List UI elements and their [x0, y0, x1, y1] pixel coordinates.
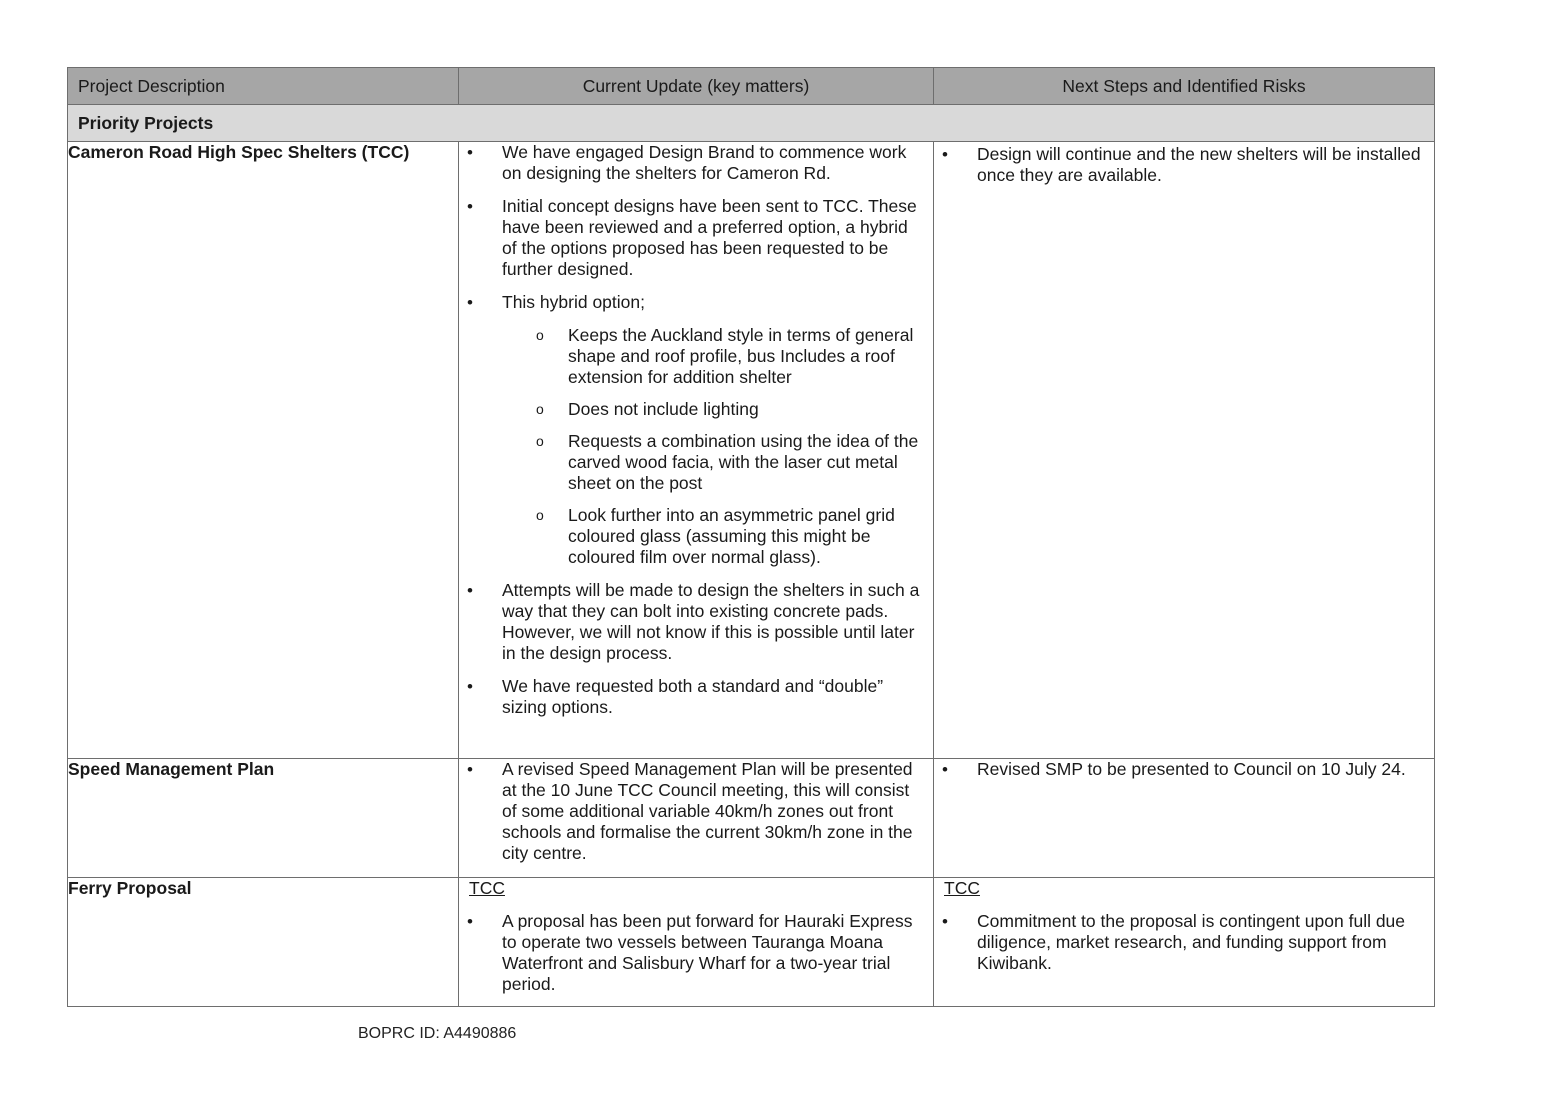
next-steps-cell: TCC Commitment to the proposal is contin… [933, 877, 1435, 1007]
sub-bullet: Look further into an asymmetric panel gr… [502, 505, 923, 568]
next-steps-bullet: Revised SMP to be presented to Council o… [934, 759, 1434, 780]
sub-bullet: Does not include lighting [502, 399, 923, 420]
org-label-tcc: TCC [944, 878, 980, 898]
update-bullet: A revised Speed Management Plan will be … [459, 759, 933, 864]
sub-bullet: Requests a combination using the idea of… [502, 431, 923, 494]
table-header-row: Project Description Current Update (key … [67, 67, 1435, 105]
update-bullet: Initial concept designs have been sent t… [459, 196, 933, 280]
update-bullet-list: We have engaged Design Brand to commence… [459, 142, 933, 718]
table-row-cameron-road: Cameron Road High Spec Shelters (TCC) We… [67, 141, 1435, 759]
next-steps-cell: Revised SMP to be presented to Council o… [933, 758, 1435, 878]
update-bullet-hybrid-option: This hybrid option; Keeps the Auckland s… [459, 292, 933, 568]
next-steps-bullet: Design will continue and the new shelter… [934, 144, 1434, 186]
next-steps-bullet-list: Commitment to the proposal is contingent… [934, 911, 1434, 974]
project-name-cameron-road: Cameron Road High Spec Shelters (TCC) [67, 141, 459, 759]
header-next-steps: Next Steps and Identified Risks [933, 67, 1435, 105]
current-update-cell: We have engaged Design Brand to commence… [458, 141, 934, 759]
update-bullet-text: This hybrid option; [502, 292, 645, 312]
table-row-speed-management: Speed Management Plan A revised Speed Ma… [67, 758, 1435, 878]
update-bullet: Attempts will be made to design the shel… [459, 580, 933, 664]
header-project-description: Project Description [67, 67, 459, 105]
hybrid-option-sublist: Keeps the Auckland style in terms of gen… [502, 325, 923, 568]
update-bullet-list: A revised Speed Management Plan will be … [459, 759, 933, 864]
next-steps-bullet-list: Design will continue and the new shelter… [934, 144, 1434, 186]
section-row: Priority Projects [67, 104, 1435, 142]
document-id-footer: BOPRC ID: A4490886 [358, 1025, 517, 1042]
next-steps-bullet: Commitment to the proposal is contingent… [934, 911, 1434, 974]
project-name-ferry-proposal: Ferry Proposal [67, 877, 459, 1007]
update-bullet-list: A proposal has been put forward for Haur… [459, 911, 933, 995]
section-title-priority-projects: Priority Projects [67, 104, 1435, 142]
sub-bullet: Keeps the Auckland style in terms of gen… [502, 325, 923, 388]
update-bullet: We have requested both a standard and “d… [459, 676, 933, 718]
next-steps-bullet-list: Revised SMP to be presented to Council o… [934, 759, 1434, 780]
table-row-ferry-proposal: Ferry Proposal TCC A proposal has been p… [67, 877, 1435, 1007]
project-status-table: Project Description Current Update (key … [67, 67, 1435, 1007]
org-label-tcc: TCC [469, 878, 505, 898]
current-update-cell: TCC A proposal has been put forward for … [458, 877, 934, 1007]
next-steps-cell: Design will continue and the new shelter… [933, 141, 1435, 759]
update-bullet: We have engaged Design Brand to commence… [459, 142, 933, 184]
project-name-speed-management: Speed Management Plan [67, 758, 459, 878]
header-current-update: Current Update (key matters) [458, 67, 934, 105]
current-update-cell: A revised Speed Management Plan will be … [458, 758, 934, 878]
update-bullet: A proposal has been put forward for Haur… [459, 911, 933, 995]
